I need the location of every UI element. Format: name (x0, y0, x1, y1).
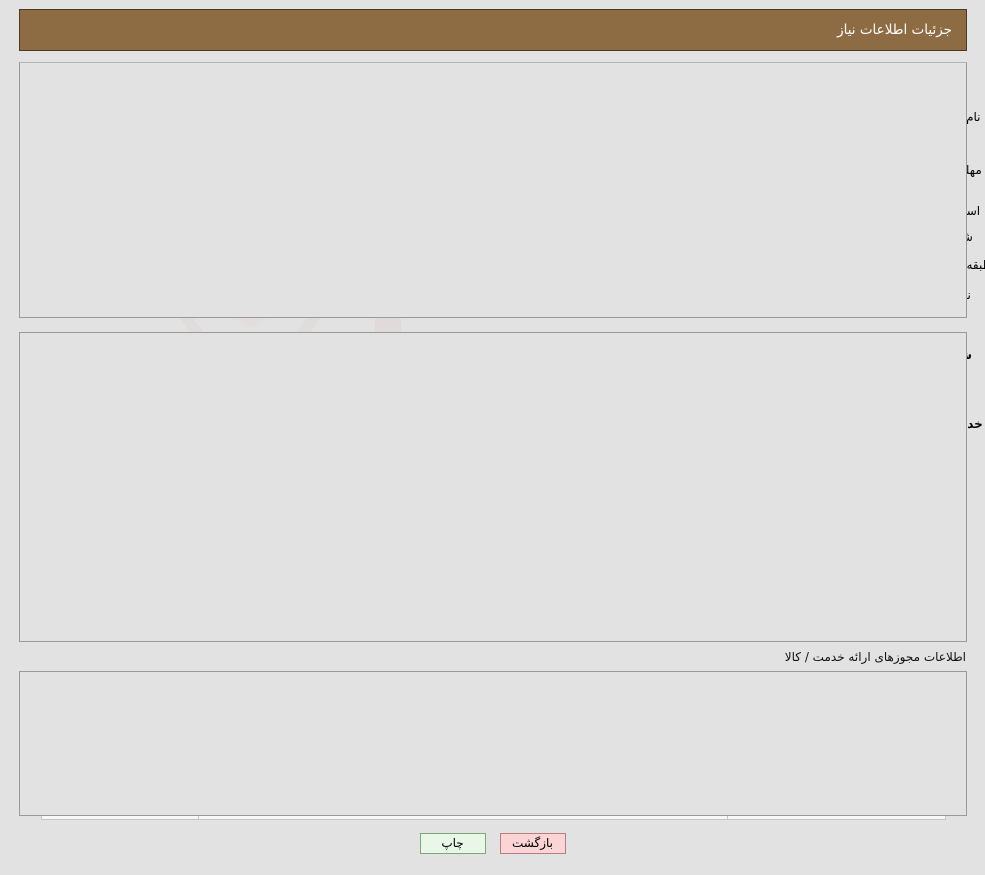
permits-panel (19, 671, 967, 816)
need-details-panel (19, 332, 967, 642)
back-button[interactable]: بازگشت (499, 833, 566, 854)
need-summary-panel (19, 62, 967, 318)
window-title-bar: جزئیات اطلاعات نیاز (19, 9, 967, 51)
print-button[interactable]: چاپ (419, 833, 486, 854)
permits-section-heading: اطلاعات مجوزهای ارائه خدمت / کالا (784, 650, 966, 664)
footer-button-bar: بازگشت چاپ (0, 833, 985, 854)
page-root: AriaTender.net جزئیات اطلاعات نیاز شماره… (0, 0, 985, 875)
page-title: جزئیات اطلاعات نیاز (837, 22, 952, 38)
